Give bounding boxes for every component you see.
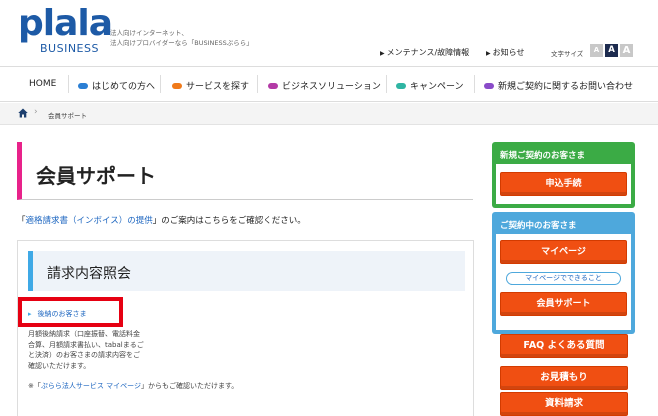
nav-home[interactable]: HOME (29, 79, 56, 89)
triangle-bullet-icon: ▸ (28, 310, 32, 318)
logo-subtitle: BUSINESS (40, 42, 99, 55)
description-line: 月額後納請求（口座振替、電話料金 (28, 330, 140, 338)
font-size-medium-button[interactable]: A (605, 44, 618, 57)
mypage-note: ※「ぷらら法人サービス マイページ」からもご確認いただけます。 (28, 381, 238, 391)
nav-new-contract-inquiry-label: 新規ご契約に関するお問い合わせ (498, 82, 634, 92)
nav-pill-icon (172, 82, 182, 89)
nav-campaign[interactable]: キャンペーン (396, 79, 464, 92)
estimate-button[interactable]: お見積もり (500, 366, 628, 390)
logo-wordmark: plala (18, 3, 113, 44)
maintenance-link[interactable]: ▶ メンテナンス/故障情報 (380, 47, 469, 58)
font-size-small-button[interactable]: A (590, 44, 603, 57)
nav-pill-icon (484, 82, 494, 89)
nav-business-solution[interactable]: ビジネスソリューション (268, 79, 381, 92)
triangle-right-icon: ▶ (486, 50, 491, 57)
request-docs-button[interactable]: 資料請求 (500, 392, 628, 416)
billing-inquiry-panel: 請求内容照会 ▸ 後納のお客さま 月額後納請求（口座振替、電話料金 合算、月額請求… (17, 240, 474, 416)
nav-find-service-label: サービスを探す (186, 82, 250, 92)
tagline-line-2: 法人向けプロバイダーなら「BUSINESSぷらら」 (110, 39, 253, 47)
nav-business-solution-label: ビジネスソリューション (282, 82, 381, 92)
postpaid-description: 月額後納請求（口座振替、電話料金 合算、月額請求書払い、tabalまるご と決済… (28, 329, 188, 371)
breadcrumb: › 会員サポート (0, 103, 658, 125)
description-line: 合算、月額請求書払い、tabalまるご (28, 340, 144, 349)
triangle-right-icon: ▶ (380, 50, 385, 57)
plala-business-logo[interactable]: plala BUSINESS (18, 4, 113, 56)
new-customer-heading: 新規ご契約のお客さま (500, 151, 586, 161)
description-line: と決済）のお客さまの請求内容をご (28, 351, 140, 359)
nav-first-time[interactable]: はじめての方へ (78, 79, 155, 92)
page-title: 会員サポート (36, 164, 156, 188)
nav-divider (257, 75, 258, 93)
nav-campaign-label: キャンペーン (410, 82, 464, 92)
maintenance-link-label: メンテナンス/故障情報 (386, 48, 470, 57)
nav-divider (386, 75, 387, 93)
nav-divider (474, 75, 475, 93)
section-title: 請求内容照会 (47, 266, 131, 282)
postpaid-customers-label: 後納のお客さま (37, 310, 87, 318)
notice-prefix: 「 (17, 216, 26, 226)
mypage-features-link[interactable]: マイページでできること (506, 272, 621, 285)
site-tagline: 法人向けインターネット、 法人向けプロバイダーなら「BUSINESSぷらら」 (110, 28, 290, 48)
nav-divider (68, 75, 69, 93)
nav-pill-icon (78, 82, 88, 89)
invoice-link[interactable]: 適格請求書（インボイス）の提供 (26, 216, 153, 226)
current-customer-heading: ご契約中のお客さま (500, 221, 577, 231)
news-link-label: お知らせ (492, 48, 525, 57)
home-icon[interactable] (18, 108, 28, 118)
nav-pill-icon (396, 82, 406, 89)
section-header: 請求内容照会 (28, 251, 465, 291)
tagline-line-1: 法人向けインターネット、 (110, 29, 188, 37)
member-support-button[interactable]: 会員サポート (500, 292, 627, 316)
font-size-label: 文字サイズ (551, 50, 584, 58)
description-line: 確認いただけます。 (28, 361, 91, 370)
breadcrumb-current: 会員サポート (48, 112, 87, 120)
nav-home-label: HOME (29, 79, 57, 89)
nav-new-contract-inquiry[interactable]: 新規ご契約に関するお問い合わせ (484, 79, 633, 92)
faq-button[interactable]: FAQ よくある質問 (500, 334, 628, 358)
note-suffix: 」からもご確認いただけます。 (140, 382, 239, 390)
apply-button[interactable]: 申込手続 (500, 172, 627, 196)
corporate-mypage-link[interactable]: ぷらら法人サービス マイページ (41, 382, 141, 390)
site-header: plala BUSINESS 法人向けインターネット、 法人向けプロバイダーなら… (0, 0, 658, 66)
nav-divider (160, 75, 161, 93)
global-nav: HOME はじめての方へ サービスを探す ビジネスソリューション キャンペーン … (0, 66, 658, 102)
note-prefix: ※「 (28, 382, 41, 390)
chevron-right-icon: › (34, 107, 38, 117)
mypage-button[interactable]: マイページ (500, 240, 627, 264)
page-title-box: 会員サポート (17, 142, 473, 200)
invoice-notice: 「適格請求書（インボイス）の提供」のご案内はこちらをご確認ください。 (17, 214, 306, 226)
news-link[interactable]: ▶ お知らせ (486, 47, 524, 58)
font-size-large-button[interactable]: A (620, 44, 633, 57)
nav-first-time-label: はじめての方へ (92, 82, 156, 92)
nav-pill-icon (268, 82, 278, 89)
notice-suffix: 」のご案内はこちらをご確認ください。 (152, 216, 306, 226)
nav-find-service[interactable]: サービスを探す (172, 79, 249, 92)
postpaid-customers-link[interactable]: ▸ 後納のお客さま (28, 309, 87, 319)
